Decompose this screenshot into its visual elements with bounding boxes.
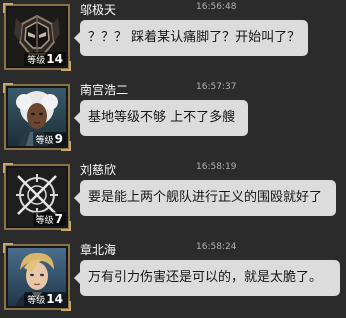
level-label: 等级 [35, 136, 54, 146]
level-value: 9 [54, 132, 63, 146]
message-timestamp: 16:57:37 [196, 82, 237, 92]
level-value: 14 [46, 292, 63, 306]
level-value: 7 [54, 212, 63, 226]
level-badge: 等级7 [32, 212, 66, 226]
level-label: 等级 [35, 216, 54, 226]
sender-name[interactable]: 刘慈欣 [80, 161, 116, 178]
sender-name[interactable]: 章北海 [80, 241, 116, 258]
message-bubble: ？？？ 踩着某认痛脚了？开始叫了？ [74, 20, 308, 56]
message-timestamp: 16:56:48 [196, 2, 237, 12]
avatar[interactable]: 等级7 [3, 163, 71, 231]
level-badge: 等级14 [24, 52, 66, 66]
avatar[interactable]: 等级14 [3, 243, 71, 311]
message-bubble: 基地等级不够 上不了多艘 [74, 100, 248, 136]
avatar[interactable]: 等级9 [3, 83, 71, 151]
level-label: 等级 [27, 56, 46, 66]
message-bubble: 万有引力伤害还是可以的，就是太脆了。 [74, 260, 340, 296]
chat-panel: { "messages": [ { "sender": "邬极天", "time… [0, 0, 346, 318]
message-bubble: 要是能上两个舰队进行正义的围殴就好了 [74, 180, 336, 216]
level-value: 14 [46, 52, 63, 66]
message-timestamp: 16:58:24 [196, 242, 237, 252]
sender-name[interactable]: 南宫浩二 [80, 81, 128, 98]
message-timestamp: 16:58:19 [196, 162, 237, 172]
sender-name[interactable]: 邬极天 [80, 1, 116, 18]
level-badge: 等级9 [32, 132, 66, 146]
avatar[interactable]: 等级14 [3, 3, 71, 71]
level-badge: 等级14 [24, 292, 66, 306]
level-label: 等级 [27, 296, 46, 306]
